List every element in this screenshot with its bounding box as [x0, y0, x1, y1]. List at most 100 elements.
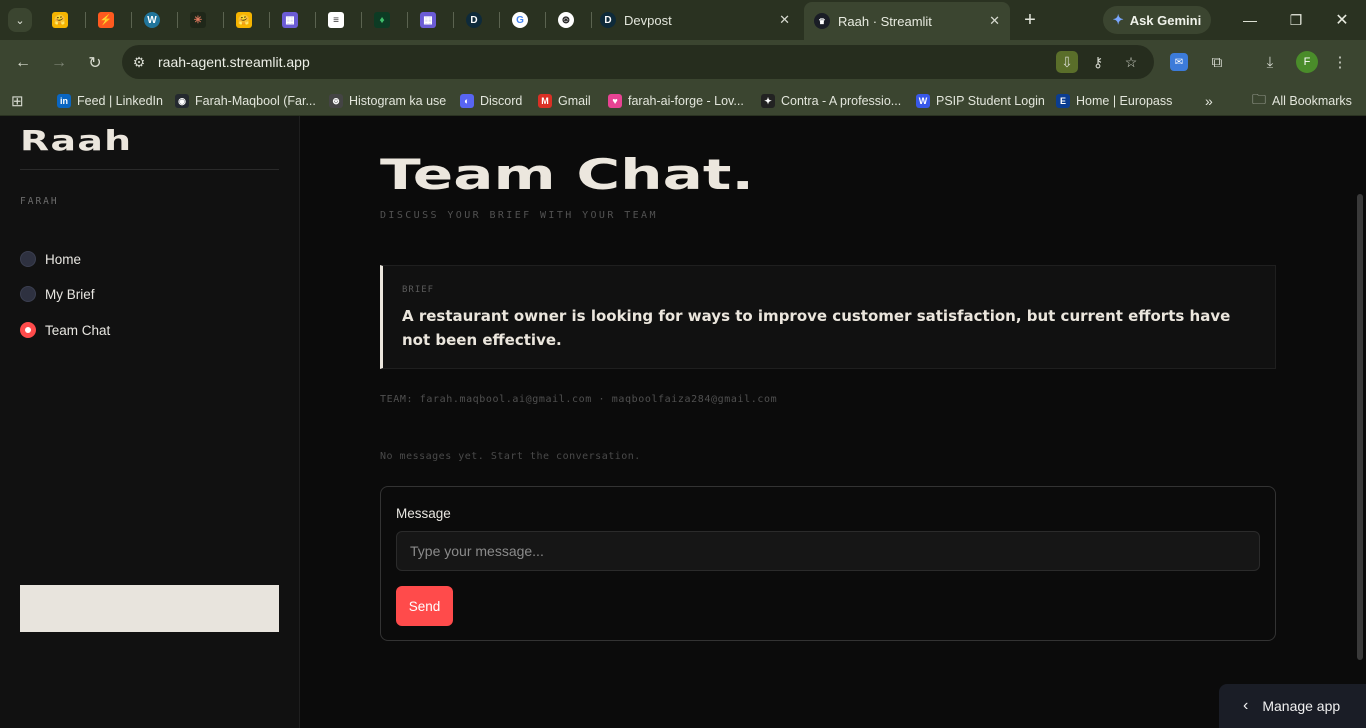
- bookmark-item[interactable]: in Feed | LinkedIn: [57, 92, 163, 110]
- leaf-icon: ♦: [374, 12, 390, 28]
- openai-icon: ⊛: [558, 12, 574, 28]
- new-tab-button[interactable]: +: [1018, 8, 1042, 32]
- huggingface-icon: 🤗: [236, 12, 252, 28]
- close-icon[interactable]: ✕: [779, 12, 790, 28]
- sidebar-action-block[interactable]: [20, 585, 279, 632]
- tab-google[interactable]: G: [508, 8, 532, 32]
- menu-kebab-icon[interactable]: ⋮: [1329, 51, 1351, 73]
- tab-grid-2[interactable]: ▦: [416, 8, 440, 32]
- bookmark-label: Contra - A professio...: [781, 94, 902, 108]
- tab-mongodb[interactable]: ♦: [370, 8, 394, 32]
- tab-bolt[interactable]: ⚡: [94, 8, 118, 32]
- divider: [20, 169, 279, 170]
- install-app-icon[interactable]: ⇩: [1056, 51, 1078, 73]
- tab-grid[interactable]: ▦: [278, 8, 302, 32]
- message-label: Message: [396, 506, 451, 521]
- close-icon[interactable]: ✕: [989, 13, 1000, 29]
- radio-icon: [20, 251, 36, 267]
- tab-separator: [361, 12, 362, 28]
- restore-button[interactable]: ❐: [1284, 8, 1308, 32]
- ask-gemini-button[interactable]: ✦ Ask Gemini: [1103, 6, 1211, 34]
- bookmark-item[interactable]: E Home | Europass: [1056, 92, 1172, 110]
- tab-devpost[interactable]: D Devpost ✕: [590, 6, 800, 34]
- download-icon[interactable]: ⤓: [1259, 51, 1281, 73]
- streamlit-app: Raah FARAH Home My Brief Team Chat Team …: [0, 116, 1366, 728]
- apps-grid-icon[interactable]: ⊞: [11, 92, 24, 110]
- profile-avatar[interactable]: F: [1296, 51, 1318, 73]
- forward-button[interactable]: →: [47, 51, 71, 75]
- ask-gemini-label: Ask Gemini: [1129, 12, 1202, 28]
- browser-toolbar: ← → ↻ ⚙ raah-agent.streamlit.app ⇩ ⚷ ☆ ✉…: [0, 40, 1366, 86]
- devpost-icon: D: [466, 12, 482, 28]
- sidebar: Raah FARAH Home My Brief Team Chat: [0, 116, 300, 728]
- chevron-down-icon: ⌄: [15, 14, 25, 27]
- extensions-puzzle-icon[interactable]: ⧉: [1206, 51, 1228, 73]
- tab-huggingface-1[interactable]: 🤗: [48, 8, 72, 32]
- bookmark-item[interactable]: ♥ farah-ai-forge - Lov...: [608, 92, 744, 110]
- bookmark-item[interactable]: ⊛ Histogram ka use: [329, 92, 446, 110]
- contra-icon: ✦: [761, 94, 775, 108]
- lovable-icon: ♥: [608, 94, 622, 108]
- tab-separator: [315, 12, 316, 28]
- password-key-icon[interactable]: ⚷: [1089, 53, 1107, 71]
- main-content: Team Chat. DISCUSS YOUR BRIEF WITH YOUR …: [300, 116, 1366, 728]
- tab-separator: [223, 12, 224, 28]
- discord-icon: ◐: [460, 94, 474, 108]
- bookmark-item[interactable]: ✦ Contra - A professio...: [761, 92, 901, 110]
- google-icon: G: [512, 12, 528, 28]
- message-input[interactable]: [396, 531, 1260, 571]
- scrollbar[interactable]: [1357, 194, 1363, 660]
- grid-app-icon: ▦: [420, 12, 436, 28]
- nav-radio-my-brief[interactable]: My Brief: [20, 286, 95, 302]
- site-info-icon[interactable]: ⚙: [130, 53, 148, 71]
- tab-huggingface-2[interactable]: 🤗: [232, 8, 256, 32]
- bookmark-star-icon[interactable]: ☆: [1122, 53, 1140, 71]
- tab-doc[interactable]: ≡: [324, 8, 348, 32]
- bookmark-label: Histogram ka use: [349, 94, 447, 108]
- brief-label: BRIEF: [402, 285, 435, 295]
- address-bar[interactable]: ⚙ raah-agent.streamlit.app ⇩ ⚷ ☆: [122, 45, 1154, 79]
- minimize-button[interactable]: —: [1238, 8, 1262, 32]
- reload-button[interactable]: ↻: [83, 51, 107, 75]
- folder-icon: 🗀: [1252, 91, 1266, 107]
- wordpress-icon: W: [144, 12, 160, 28]
- bookmark-item[interactable]: M Gmail: [538, 92, 591, 110]
- bookmark-label: PSIP Student Login: [936, 94, 1045, 108]
- tab-separator: [499, 12, 500, 28]
- brief-card: BRIEF A restaurant owner is looking for …: [380, 265, 1276, 369]
- tab-chatgpt[interactable]: ⊛: [554, 8, 578, 32]
- message-form: Message Send: [380, 486, 1276, 641]
- tab-separator: [407, 12, 408, 28]
- back-button[interactable]: ←: [11, 51, 35, 75]
- nav-label-home: Home: [45, 251, 82, 267]
- nav-radio-team-chat[interactable]: Team Chat: [20, 322, 110, 338]
- tab-search-button[interactable]: ⌄: [8, 8, 32, 32]
- bookmark-item[interactable]: W PSIP Student Login: [916, 92, 1045, 110]
- nav-radio-home[interactable]: Home: [20, 251, 81, 267]
- radio-icon: [20, 286, 36, 302]
- extension-icon[interactable]: ✉: [1170, 53, 1188, 71]
- wordpress-icon: W: [916, 94, 930, 108]
- close-window-button[interactable]: ✕: [1330, 8, 1354, 32]
- bookmark-item[interactable]: ◐ Discord: [460, 92, 522, 110]
- page-title: Team Chat.: [380, 150, 755, 199]
- github-icon: ◉: [175, 94, 189, 108]
- tab-claude[interactable]: ✳: [186, 8, 210, 32]
- more-bookmarks-icon[interactable]: »: [1205, 92, 1213, 110]
- manage-app-label: Manage app: [1262, 698, 1341, 714]
- manage-app-button[interactable]: ‹ Manage app: [1219, 684, 1366, 728]
- bookmark-label: Farah-Maqbool (Far...: [195, 94, 316, 108]
- bookmark-item[interactable]: ◉ Farah-Maqbool (Far...: [175, 92, 316, 110]
- bookmark-label: Home | Europass: [1076, 94, 1173, 108]
- tab-wordpress[interactable]: W: [140, 8, 164, 32]
- url-text[interactable]: raah-agent.streamlit.app: [158, 54, 310, 70]
- tab-raah-streamlit[interactable]: ♛ Raah · Streamlit ✕: [804, 2, 1010, 40]
- bookmark-label: Gmail: [558, 94, 591, 108]
- all-bookmarks-button[interactable]: 🗀 All Bookmarks: [1252, 91, 1352, 110]
- page-subtitle: DISCUSS YOUR BRIEF WITH YOUR TEAM: [380, 210, 658, 221]
- devpost-icon: D: [600, 12, 616, 28]
- tab-devpost-mini[interactable]: D: [462, 8, 486, 32]
- send-button[interactable]: Send: [396, 586, 453, 626]
- chevron-left-icon: ‹: [1243, 697, 1249, 714]
- user-name: FARAH: [20, 196, 59, 207]
